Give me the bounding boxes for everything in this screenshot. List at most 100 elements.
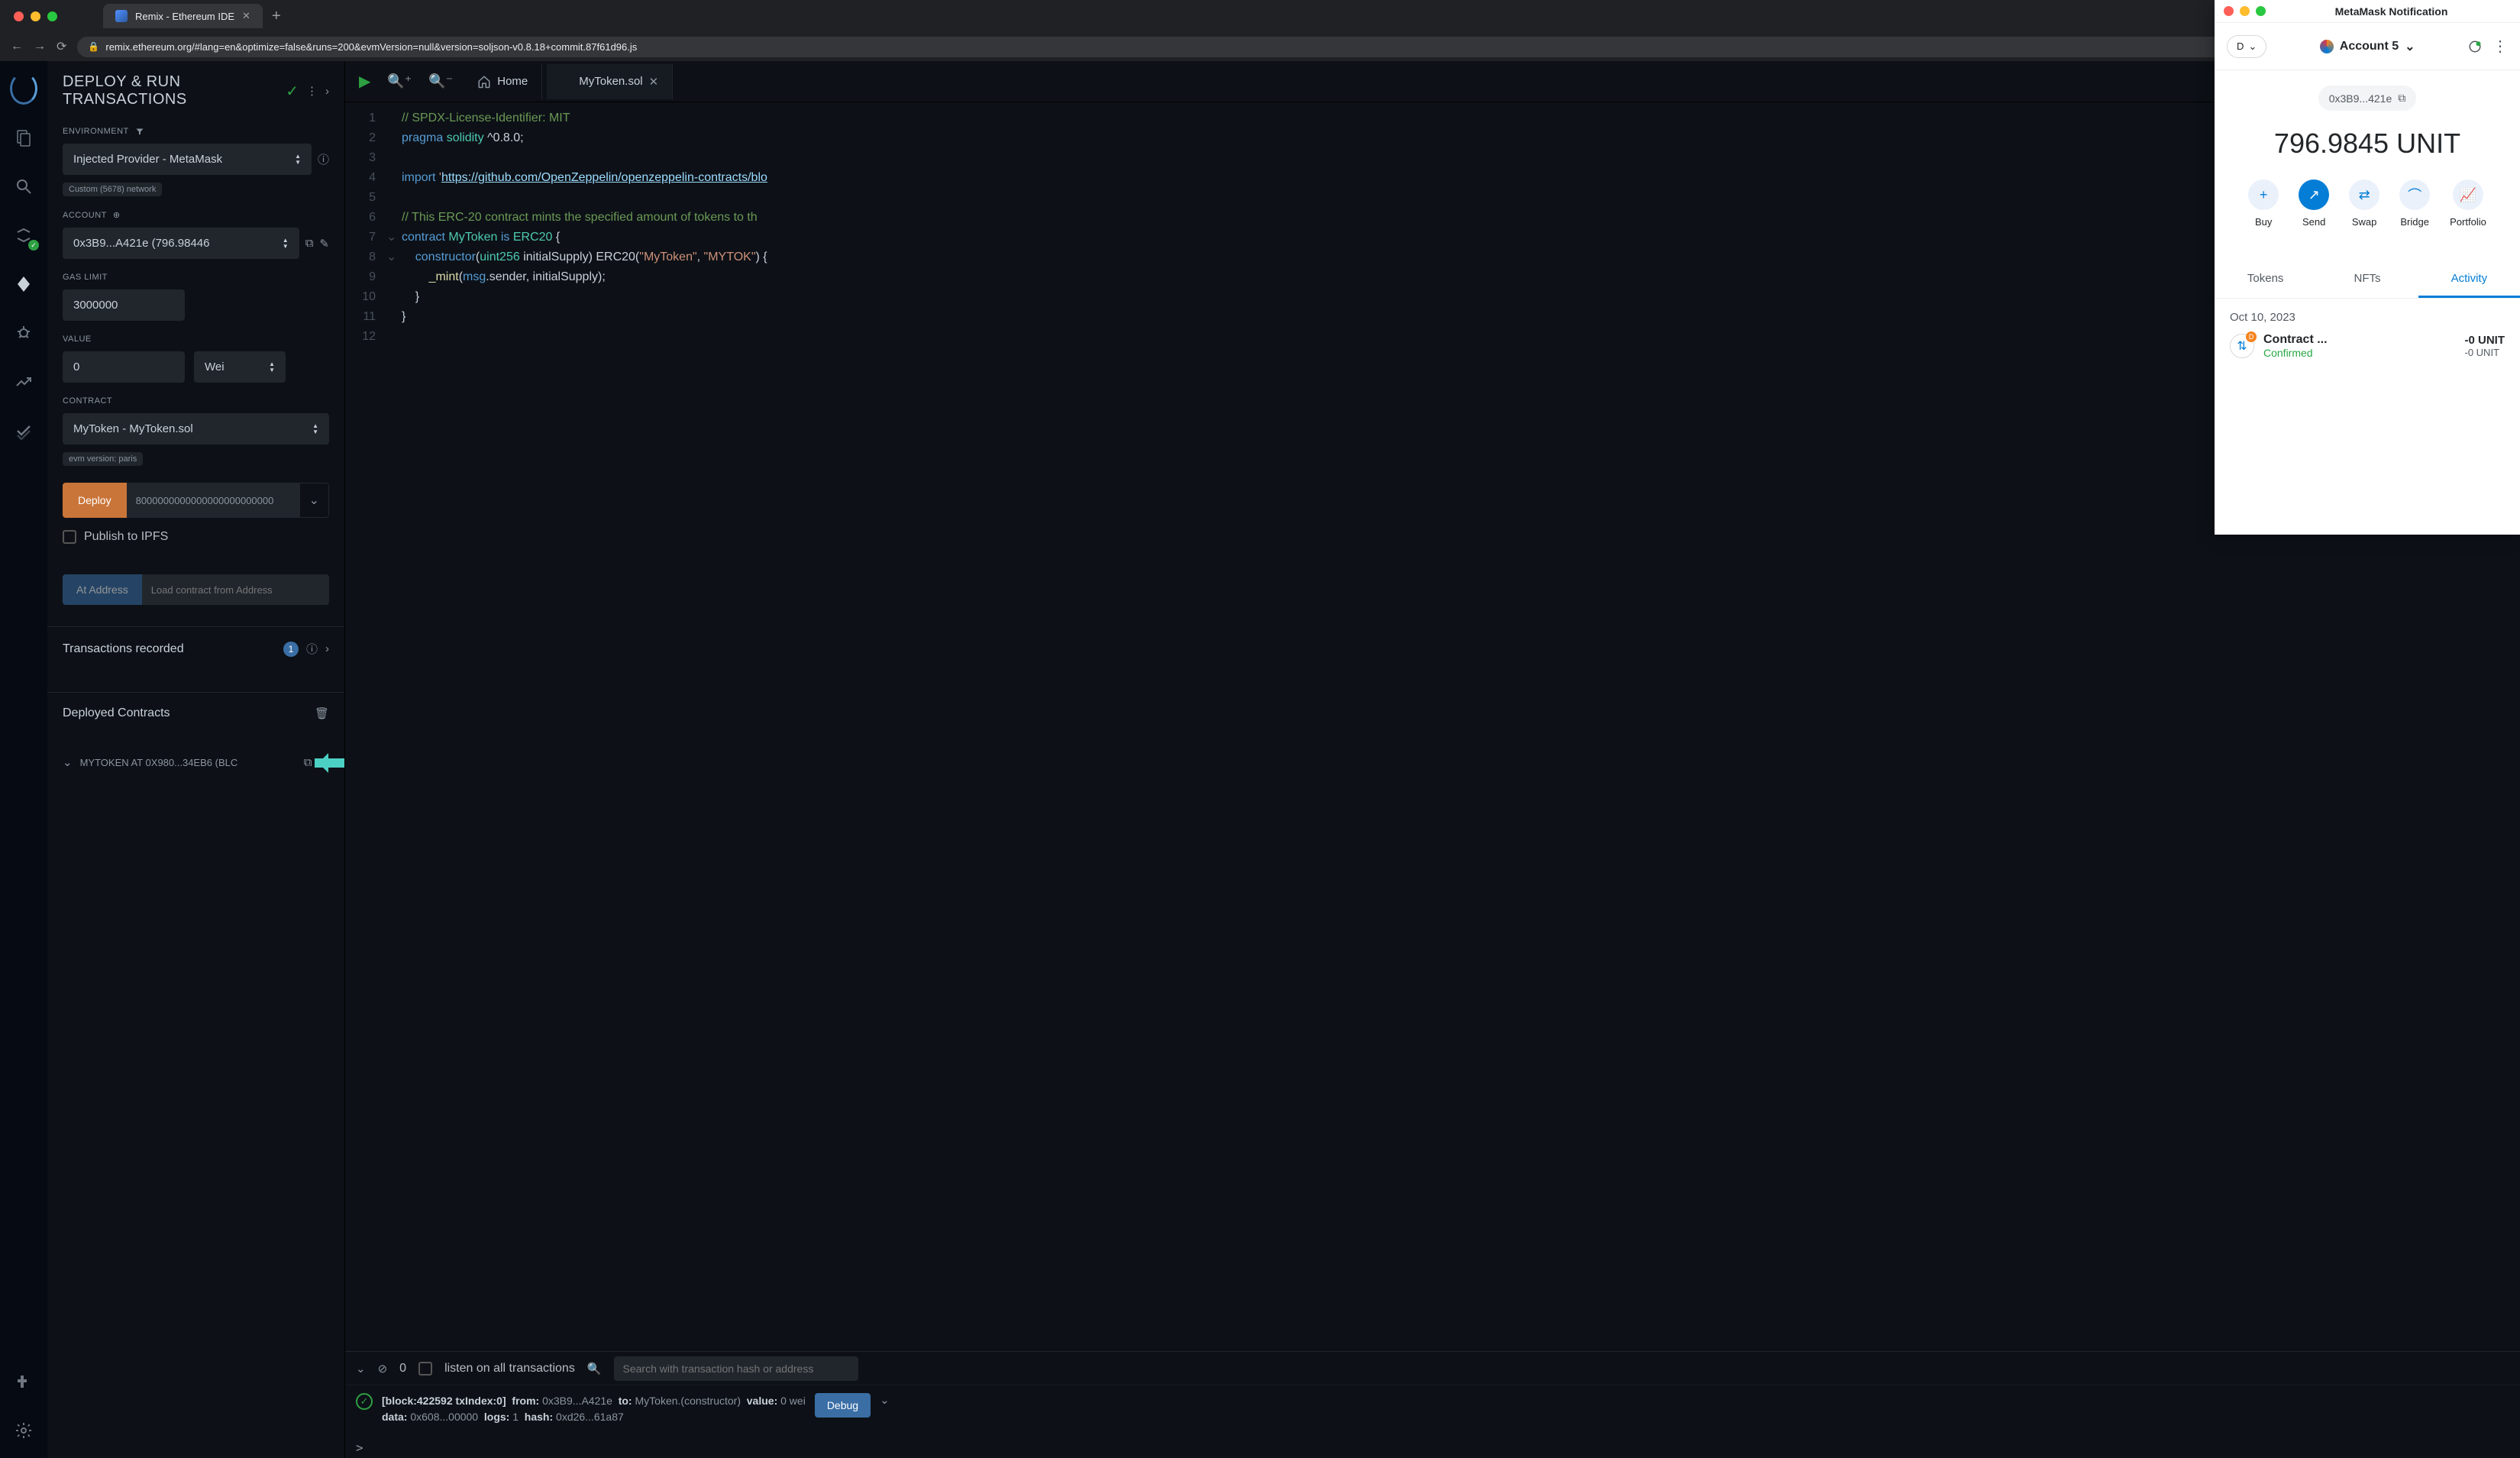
environment-select[interactable]: Injected Provider - MetaMask ▲▼	[63, 144, 312, 175]
mm-maximize[interactable]	[2256, 6, 2266, 16]
zoom-in-icon[interactable]: 🔍⁺	[381, 67, 418, 95]
value-unit-select[interactable]: Wei ▲▼	[194, 351, 286, 383]
expand-args-icon[interactable]: ⌄	[299, 483, 329, 518]
mm-header: D ⌄ Account 5 ⌄ ⋮	[2215, 23, 2520, 70]
verify-icon[interactable]	[10, 417, 37, 445]
home-tab[interactable]: Home	[464, 64, 542, 99]
at-address-button[interactable]: At Address	[63, 574, 142, 605]
constructor-args-input[interactable]	[127, 483, 299, 518]
copy-address-icon[interactable]: ⧉	[304, 756, 312, 769]
mm-network-selector[interactable]: D ⌄	[2227, 35, 2266, 58]
search-icon[interactable]	[10, 173, 37, 200]
lock-icon: 🔒	[88, 41, 99, 52]
gas-limit-input[interactable]	[63, 289, 185, 321]
minimize-window[interactable]	[31, 11, 40, 21]
forward-button[interactable]: →	[34, 40, 46, 53]
select-arrows-icon: ▲▼	[283, 238, 289, 250]
maximize-window[interactable]	[47, 11, 57, 21]
mm-bridge-button[interactable]: ⌒Bridge	[2399, 179, 2430, 228]
transactions-recorded-row[interactable]: Transactions recorded 1 ⓘ ›	[47, 626, 344, 671]
select-arrows-icon: ▲▼	[312, 423, 318, 435]
file-tab[interactable]: MyToken.sol ✕	[547, 64, 673, 99]
mm-globe-icon[interactable]	[2468, 40, 2482, 53]
mm-portfolio-button[interactable]: 📈Portfolio	[2450, 179, 2486, 228]
back-button[interactable]: ←	[11, 40, 23, 53]
mm-tab-tokens[interactable]: Tokens	[2215, 261, 2316, 298]
at-address-input[interactable]	[142, 574, 329, 605]
mm-tab-activity[interactable]: Activity	[2418, 261, 2520, 298]
tx-info-icon[interactable]: ⓘ	[306, 641, 318, 657]
new-tab-button[interactable]: +	[272, 8, 281, 25]
mm-body: 0x3B9...421e ⧉ 796.9845 UNIT +Buy ↗Send …	[2215, 70, 2520, 261]
mm-send-button[interactable]: ↗Send	[2299, 179, 2329, 228]
contract-select[interactable]: MyToken - MyToken.sol ▲▼	[63, 413, 329, 445]
reload-button[interactable]: ⟳	[57, 39, 66, 54]
close-file-icon[interactable]: ✕	[649, 75, 659, 89]
code-editor[interactable]: 123456789101112 ⌄⌄ // SPDX-License-Ident…	[345, 102, 2520, 1351]
close-tab-icon[interactable]: ✕	[242, 10, 250, 22]
add-account-icon[interactable]: ⊕	[113, 210, 121, 220]
expand-log-icon[interactable]: ⌄	[880, 1393, 890, 1407]
address-bar-row: ← → ⟳ 🔒 remix.ethereum.org/#lang=en&opti…	[0, 32, 2520, 61]
fold-column: ⌄⌄	[386, 108, 402, 1351]
plugin-icon[interactable]	[10, 1368, 37, 1395]
deploy-icon[interactable]	[10, 270, 37, 298]
terminal-search-input[interactable]	[614, 1356, 858, 1381]
account-select[interactable]: 0x3B9...A421e (796.98446 ▲▼	[63, 228, 299, 259]
mm-tab-nfts[interactable]: NFTs	[2316, 261, 2418, 298]
app-root: ✓ DEPLOY & RUN TRANSACTIONS ✓ ⋮ ›	[0, 61, 2520, 1458]
mm-minimize[interactable]	[2240, 6, 2250, 16]
terminal-prompt[interactable]: >	[345, 1437, 2520, 1458]
terminal-search-icon[interactable]: 🔍	[587, 1362, 602, 1376]
url-text: remix.ethereum.org/#lang=en&optimize=fal…	[105, 41, 637, 53]
url-input[interactable]: 🔒 remix.ethereum.org/#lang=en&optimize=f…	[77, 37, 2509, 57]
copy-icon[interactable]: ⧉	[2398, 92, 2405, 105]
publish-ipfs-row[interactable]: Publish to IPFS	[63, 530, 329, 544]
mm-tabs: Tokens NFTs Activity	[2215, 261, 2520, 299]
debug-button[interactable]: Debug	[815, 1393, 871, 1418]
value-input[interactable]	[63, 351, 185, 383]
env-info-icon[interactable]: ⓘ	[318, 151, 329, 167]
mm-swap-button[interactable]: ⇄Swap	[2349, 179, 2379, 228]
run-icon[interactable]: ▶	[353, 66, 376, 97]
bridge-icon: ⌒	[2399, 179, 2430, 210]
value-label: VALUE	[63, 335, 329, 344]
copy-account-icon[interactable]: ⧉	[305, 237, 314, 250]
mm-menu-icon[interactable]: ⋮	[2493, 37, 2508, 56]
analytics-icon[interactable]	[10, 368, 37, 396]
zoom-out-icon[interactable]: 🔍⁻	[422, 67, 459, 95]
deploy-button[interactable]: Deploy	[63, 483, 127, 518]
close-window[interactable]	[14, 11, 24, 21]
tab-bar: Remix - Ethereum IDE ✕ +	[0, 0, 2520, 32]
mm-close[interactable]	[2224, 6, 2234, 16]
browser-tab[interactable]: Remix - Ethereum IDE ✕	[103, 4, 263, 28]
terminal-clear-icon[interactable]: ⊘	[378, 1362, 388, 1376]
filter-icon[interactable]	[135, 127, 144, 136]
compiler-icon[interactable]: ✓	[10, 221, 37, 249]
mm-buy-button[interactable]: +Buy	[2248, 179, 2279, 228]
debugger-icon[interactable]	[10, 319, 37, 347]
edit-account-icon[interactable]: ✎	[319, 237, 329, 251]
tx-chevron-icon[interactable]: ›	[325, 642, 329, 655]
mm-account-selector[interactable]: Account 5 ⌄	[2320, 39, 2415, 54]
home-icon	[477, 75, 491, 89]
panel-chevron-icon[interactable]: ›	[325, 85, 329, 98]
mm-activity-list: Oct 10, 2023 ⇅D Contract ... Confirmed -…	[2215, 299, 2520, 371]
plus-icon: +	[2248, 179, 2279, 210]
mm-address-pill[interactable]: 0x3B9...421e ⧉	[2318, 86, 2417, 111]
terminal-toggle-icon[interactable]: ⌄	[356, 1362, 366, 1376]
remix-logo[interactable]	[10, 75, 37, 102]
listen-checkbox[interactable]	[418, 1362, 432, 1376]
trash-icon[interactable]: 🗑	[315, 706, 329, 720]
file-explorer-icon[interactable]	[10, 124, 37, 151]
settings-icon[interactable]	[10, 1417, 37, 1444]
deployed-contract-item[interactable]: ⌄ MYTOKEN AT 0X980...34EB6 (BLC ⧉ ✕	[63, 748, 329, 777]
expand-contract-icon[interactable]: ⌄	[63, 755, 73, 769]
arrow-up-right-icon: ↗	[2299, 179, 2329, 210]
mm-transaction-item[interactable]: ⇅D Contract ... Confirmed -0 UNIT -0 UNI…	[2230, 333, 2505, 359]
tx-log[interactable]: [block:422592 txIndex:0] from: 0x3B9...A…	[382, 1393, 806, 1425]
listen-label: listen on all transactions	[444, 1362, 575, 1376]
publish-ipfs-checkbox[interactable]	[63, 530, 76, 544]
panel-menu-icon[interactable]: ⋮	[306, 84, 318, 98]
mm-identicon	[2320, 40, 2334, 53]
